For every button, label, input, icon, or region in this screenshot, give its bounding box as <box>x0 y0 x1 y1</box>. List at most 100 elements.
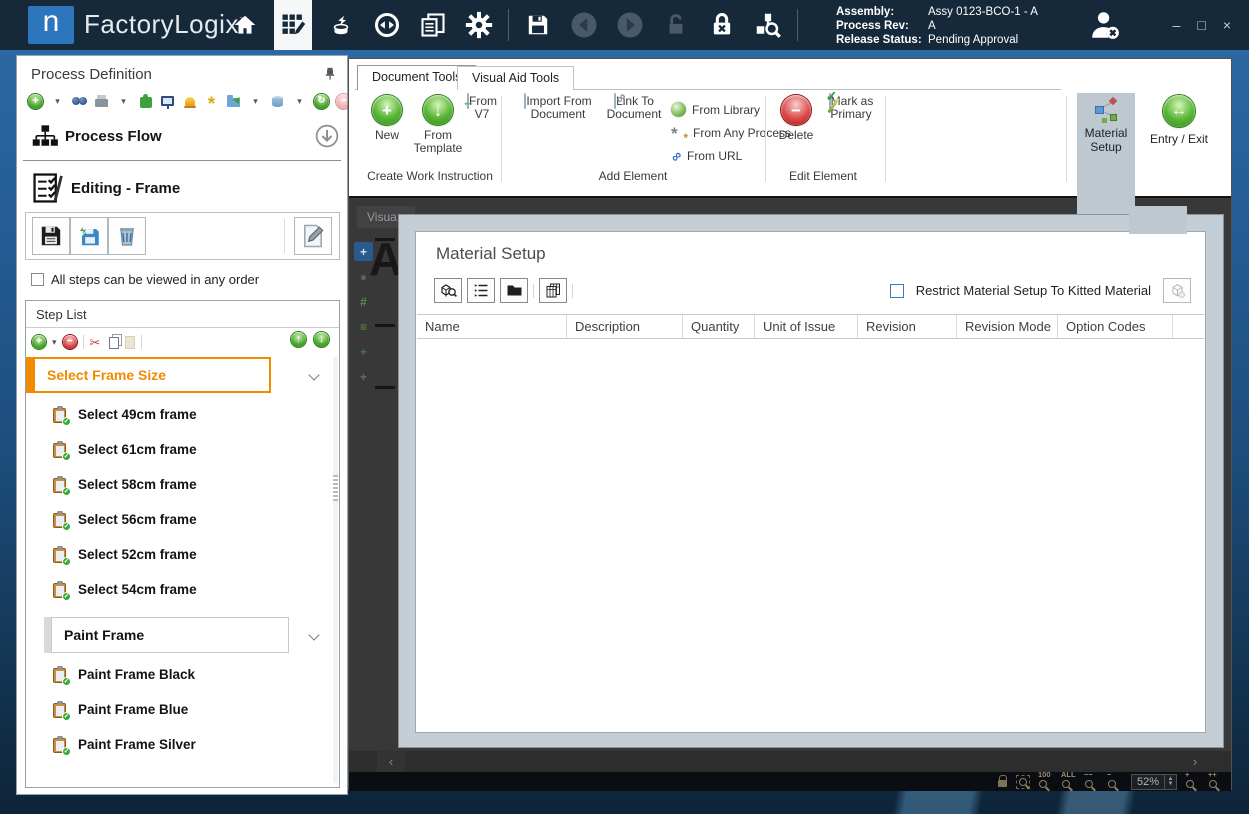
column-header[interactable]: Description <box>567 315 683 338</box>
column-header[interactable]: Name <box>417 315 567 338</box>
zoom-out-button[interactable]: − <box>1108 775 1122 789</box>
scroll-left-button[interactable]: ‹ <box>377 751 405 772</box>
from-v7-button[interactable]: ← From V7 <box>465 95 499 121</box>
import-from-document-button[interactable]: Import From Document <box>517 95 599 121</box>
print-button[interactable] <box>93 93 110 110</box>
link-to-document-button[interactable]: ∞ Link To Document <box>603 95 665 121</box>
minimize-button[interactable]: – <box>1173 17 1181 33</box>
notify-button[interactable] <box>181 93 198 110</box>
zoom-selection-button[interactable] <box>1016 775 1030 789</box>
zoom-100-button[interactable]: 100 <box>1039 775 1053 789</box>
copy-materials-button[interactable] <box>539 278 567 303</box>
pin-button[interactable] <box>323 66 337 84</box>
delete-document-button[interactable] <box>108 217 146 255</box>
process-search-button[interactable] <box>751 3 785 47</box>
order-checkbox[interactable] <box>31 273 44 286</box>
process-flow-row[interactable]: Process Flow <box>17 118 347 158</box>
horizontal-scrollbar[interactable]: ‹ › <box>349 751 1231 772</box>
forward-button[interactable] <box>613 3 647 47</box>
step-item[interactable]: ✓ Select 61cm frame <box>26 432 332 467</box>
find-part-button[interactable] <box>434 278 462 303</box>
logout-user-button[interactable] <box>1088 8 1122 47</box>
add-step-caret-icon[interactable]: ▾ <box>52 337 57 348</box>
validate-button[interactable] <box>137 93 154 110</box>
step-group-header[interactable]: Paint Frame <box>26 617 332 653</box>
step-item[interactable]: ✓ Paint Frame Black <box>26 657 332 692</box>
column-header[interactable]: Quantity <box>683 315 755 338</box>
settings-button[interactable] <box>462 3 496 47</box>
entry-exit-button[interactable]: ↔ Entry / Exit <box>1143 93 1215 189</box>
column-header[interactable]: Revision Mode <box>957 315 1058 338</box>
save-document-button[interactable] <box>32 217 70 255</box>
open-folder-button[interactable] <box>500 278 528 303</box>
restrict-kitted-checkbox[interactable] <box>890 284 904 298</box>
lock-process-button[interactable] <box>705 3 739 47</box>
documents-button[interactable] <box>416 3 450 47</box>
step-item[interactable]: ✓ Select 56cm frame <box>26 502 332 537</box>
from-template-button[interactable]: ↓ From Template <box>411 95 465 155</box>
zoom-level-spinner[interactable]: 52% ▲▼ <box>1131 774 1177 790</box>
tab-visual-aid-tools[interactable]: Visual Aid Tools <box>457 66 574 90</box>
step-item[interactable]: ✓ Select 49cm frame <box>26 397 332 432</box>
add-dropdown-caret-icon[interactable]: ▾ <box>49 93 66 110</box>
new-work-instruction-button[interactable]: + New <box>365 95 409 142</box>
chevron-down-icon[interactable] <box>308 369 319 380</box>
view-order-option[interactable]: All steps can be viewed in any order <box>31 272 259 287</box>
copy-step-icon[interactable] <box>109 337 119 349</box>
step-list-scrollbar[interactable] <box>333 357 338 783</box>
material-setup-button[interactable]: Material Setup <box>1077 93 1135 219</box>
list-format-tool[interactable]: ≡ <box>354 317 373 336</box>
step-item[interactable]: ✓ Select 52cm frame <box>26 537 332 572</box>
scrollbar-thumb[interactable] <box>333 475 338 501</box>
from-url-item[interactable]: ∞ From URL <box>671 144 801 167</box>
database-delete-button[interactable] <box>269 93 286 110</box>
save-button[interactable] <box>521 3 555 47</box>
zoom-out-fast-button[interactable]: −− <box>1085 775 1099 789</box>
sync-button[interactable] <box>370 3 404 47</box>
delete-element-button[interactable]: − Delete <box>773 95 819 142</box>
remove-step-button[interactable]: − <box>63 335 77 349</box>
step-group-header[interactable]: Select Frame Size <box>8 357 332 393</box>
add-step-button[interactable]: + <box>32 335 46 349</box>
zoom-in-button[interactable]: + <box>1186 775 1200 789</box>
refresh-button[interactable]: ↻ <box>313 93 330 110</box>
zoom-in-fast-button[interactable]: ++ <box>1209 775 1223 789</box>
process-settings-button[interactable]: * <box>203 93 220 110</box>
publish-dropdown-caret-icon[interactable]: ▾ <box>247 93 264 110</box>
align-move-tool[interactable]: + <box>354 342 373 361</box>
maximize-button[interactable]: □ <box>1197 17 1205 33</box>
move-step-up-button[interactable]: ↑ <box>291 332 306 347</box>
cut-step-icon[interactable]: ✂ <box>90 336 101 349</box>
find-button[interactable] <box>71 93 88 110</box>
move-step-down-button[interactable]: ↓ <box>314 332 329 347</box>
database-dropdown-caret-icon[interactable]: ▾ <box>291 93 308 110</box>
unlock-button[interactable] <box>659 3 693 47</box>
chevron-down-icon[interactable] <box>308 629 319 640</box>
publish-button[interactable] <box>225 93 242 110</box>
zoom-all-button[interactable]: ALL <box>1062 775 1076 789</box>
templates-button[interactable] <box>324 3 358 47</box>
step-item[interactable]: ✓ Select 54cm frame <box>26 572 332 607</box>
spinner-arrows-icon[interactable]: ▲▼ <box>1164 775 1176 789</box>
close-button[interactable]: × <box>1223 17 1231 33</box>
column-header[interactable]: Revision <box>858 315 957 338</box>
move-tool[interactable]: + <box>354 367 373 386</box>
back-button[interactable] <box>567 3 601 47</box>
home-button[interactable] <box>228 3 262 47</box>
add-from-list-button[interactable] <box>467 278 495 303</box>
edit-document-button[interactable] <box>294 217 332 255</box>
scroll-down-circle-icon[interactable] <box>315 124 339 148</box>
step-item[interactable]: ✓ Paint Frame Blue <box>26 692 332 727</box>
grid-tool[interactable]: # <box>354 292 373 311</box>
present-button[interactable] <box>159 93 176 110</box>
import-document-button[interactable] <box>70 217 108 255</box>
mark-as-primary-button[interactable]: ✓ Mark as Primary <box>821 95 881 121</box>
column-header[interactable]: Option Codes <box>1058 315 1173 338</box>
step-item[interactable]: ✓ Paint Frame Silver <box>26 727 332 762</box>
print-dropdown-caret-icon[interactable]: ▾ <box>115 93 132 110</box>
step-item[interactable]: ✓ Select 58cm frame <box>26 467 332 502</box>
zoom-lock-icon[interactable] <box>998 780 1007 787</box>
work-instructions-button[interactable] <box>274 0 312 50</box>
column-header[interactable]: Unit of Issue <box>755 315 858 338</box>
add-process-button[interactable]: + <box>27 93 44 110</box>
